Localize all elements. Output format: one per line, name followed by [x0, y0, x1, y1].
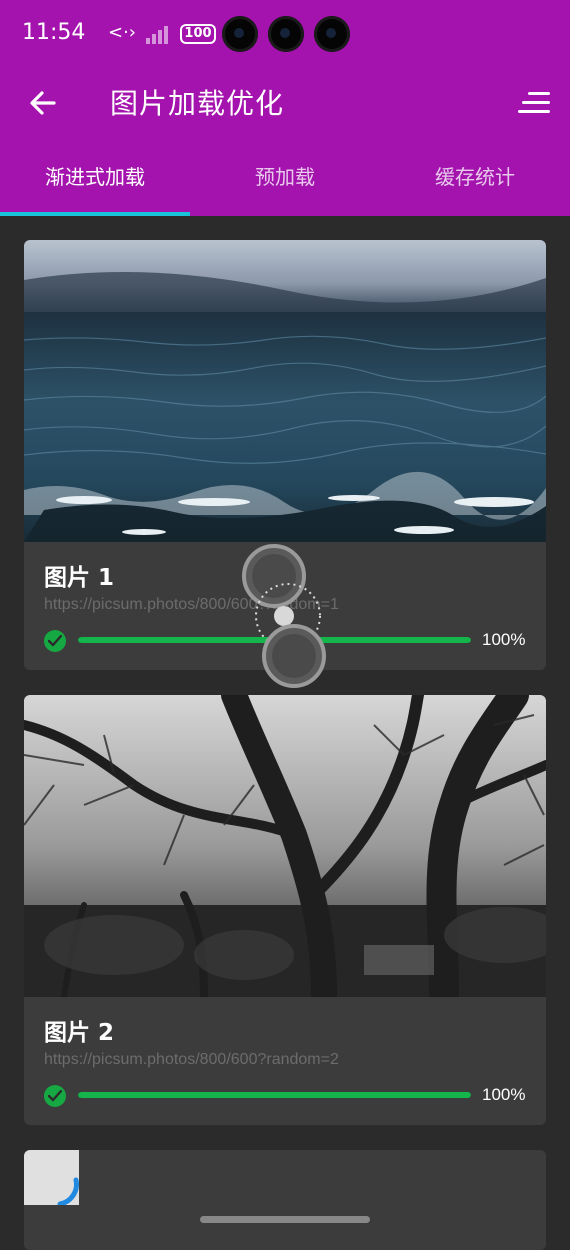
image-title: 图片 2 [44, 1020, 115, 1046]
battery-icon: 100 [180, 24, 216, 44]
page-title: 图片加载优化 [110, 87, 285, 120]
tab-cache-stats[interactable]: 缓存统计 [380, 144, 570, 216]
sort-menu-icon[interactable] [518, 92, 550, 116]
camera-cutout [268, 16, 304, 52]
progress-percent: 100% [482, 1085, 526, 1104]
image-card-loading[interactable] [24, 1150, 546, 1250]
load-progress-bar [78, 1092, 471, 1098]
camera-cutout [314, 16, 350, 52]
image-url: https://picsum.photos/800/600?random=2 [44, 1051, 339, 1068]
forest-photo [24, 695, 546, 997]
image-title: 图片 1 [44, 565, 115, 591]
tab-indicator [0, 212, 190, 216]
status-time: 11:54 [22, 20, 86, 45]
progress-percent: 100% [482, 630, 526, 649]
image-card[interactable]: 图片 1 https://picsum.photos/800/600?rando… [24, 240, 546, 670]
signal-icon [146, 24, 172, 44]
image-card[interactable]: 图片 2 https://picsum.photos/800/600?rando… [24, 695, 546, 1125]
check-circle-icon [44, 630, 66, 652]
image-url: https://picsum.photos/800/600?random=1 [44, 596, 339, 613]
status-bar: 11:54 <·› 100 [0, 0, 570, 70]
image-placeholder [24, 1150, 79, 1207]
load-progress-bar [78, 637, 471, 643]
home-indicator[interactable] [200, 1216, 370, 1223]
tab-bar: 渐进式加载 预加载 缓存统计 [0, 144, 570, 216]
tab-preload[interactable]: 预加载 [190, 144, 380, 216]
back-arrow-icon[interactable] [26, 86, 60, 120]
check-circle-icon [44, 1085, 66, 1107]
tab-progressive-loading[interactable]: 渐进式加载 [0, 144, 190, 216]
network-icon: <·› [108, 22, 137, 43]
camera-cutout [222, 16, 258, 52]
sea-photo [24, 240, 546, 542]
app-bar: 11:54 <·› 100 图片加载优化 渐进式加载 预加载 缓存统计 [0, 0, 570, 216]
loading-spinner-icon [57, 1177, 79, 1207]
toolbar: 图片加载优化 [0, 70, 570, 134]
